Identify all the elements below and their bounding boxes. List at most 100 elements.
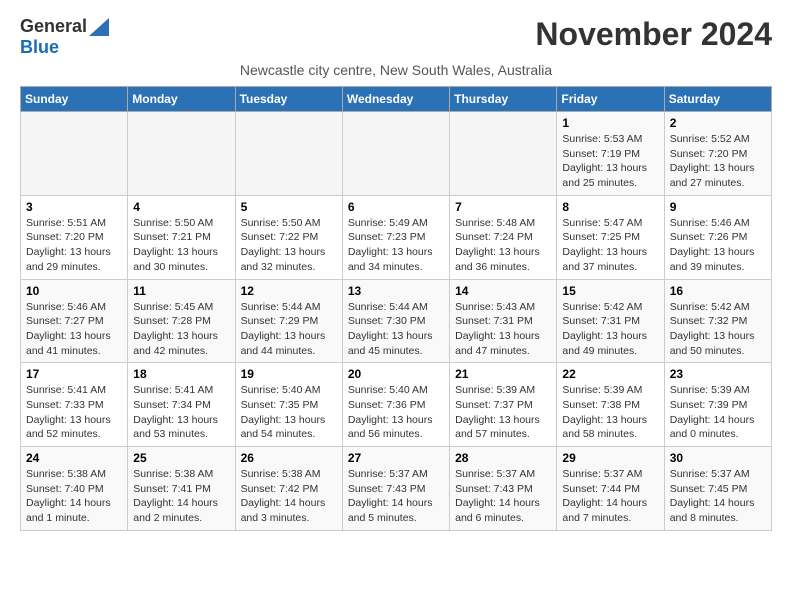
day-info: Sunrise: 5:38 AMSunset: 7:40 PMDaylight:…	[26, 467, 122, 526]
calendar-cell: 15 Sunrise: 5:42 AMSunset: 7:31 PMDayligh…	[557, 279, 664, 363]
day-number: 28	[455, 451, 551, 465]
day-number: 11	[133, 284, 229, 298]
weekday-header-sunday: Sunday	[21, 87, 128, 112]
calendar-cell: 25 Sunrise: 5:38 AMSunset: 7:41 PMDayligh…	[128, 447, 235, 531]
calendar-cell: 2 Sunrise: 5:52 AMSunset: 7:20 PMDaylight…	[664, 112, 771, 196]
weekday-header-tuesday: Tuesday	[235, 87, 342, 112]
calendar-cell: 18 Sunrise: 5:41 AMSunset: 7:34 PMDayligh…	[128, 363, 235, 447]
calendar-cell: 10Sunrise: 5:46 AMSunset: 7:27 PMDayligh…	[21, 279, 128, 363]
day-info: Sunrise: 5:40 AMSunset: 7:36 PMDaylight:…	[348, 383, 444, 442]
day-number: 29	[562, 451, 658, 465]
calendar-cell: 20 Sunrise: 5:40 AMSunset: 7:36 PMDayligh…	[342, 363, 449, 447]
day-number: 2	[670, 116, 766, 130]
day-info: Sunrise: 5:38 AMSunset: 7:42 PMDaylight:…	[241, 467, 337, 526]
day-number: 22	[562, 367, 658, 381]
calendar-cell: 21 Sunrise: 5:39 AMSunset: 7:37 PMDayligh…	[450, 363, 557, 447]
calendar-cell	[342, 112, 449, 196]
day-number: 12	[241, 284, 337, 298]
logo-general: General	[20, 16, 87, 37]
calendar-cell	[235, 112, 342, 196]
weekday-header-monday: Monday	[128, 87, 235, 112]
day-info: Sunrise: 5:44 AMSunset: 7:30 PMDaylight:…	[348, 300, 444, 359]
day-number: 19	[241, 367, 337, 381]
calendar-cell: 5Sunrise: 5:50 AMSunset: 7:22 PMDaylight…	[235, 195, 342, 279]
calendar-cell	[450, 112, 557, 196]
day-info: Sunrise: 5:44 AMSunset: 7:29 PMDaylight:…	[241, 300, 337, 359]
calendar-cell: 27 Sunrise: 5:37 AMSunset: 7:43 PMDayligh…	[342, 447, 449, 531]
calendar-cell: 19 Sunrise: 5:40 AMSunset: 7:35 PMDayligh…	[235, 363, 342, 447]
day-number: 25	[133, 451, 229, 465]
weekday-header-wednesday: Wednesday	[342, 87, 449, 112]
subtitle: Newcastle city centre, New South Wales, …	[20, 62, 772, 78]
calendar: SundayMondayTuesdayWednesdayThursdayFrid…	[20, 86, 772, 531]
calendar-cell: 29 Sunrise: 5:37 AMSunset: 7:44 PMDayligh…	[557, 447, 664, 531]
day-info: Sunrise: 5:46 AMSunset: 7:26 PMDaylight:…	[670, 216, 766, 275]
logo-bird-icon	[89, 18, 109, 36]
day-number: 15	[562, 284, 658, 298]
calendar-cell: 22 Sunrise: 5:39 AMSunset: 7:38 PMDayligh…	[557, 363, 664, 447]
calendar-cell: 12 Sunrise: 5:44 AMSunset: 7:29 PMDayligh…	[235, 279, 342, 363]
calendar-cell: 17 Sunrise: 5:41 AMSunset: 7:33 PMDayligh…	[21, 363, 128, 447]
day-number: 9	[670, 200, 766, 214]
day-number: 20	[348, 367, 444, 381]
calendar-cell: 4 Sunrise: 5:50 AMSunset: 7:21 PMDaylight…	[128, 195, 235, 279]
day-number: 23	[670, 367, 766, 381]
calendar-cell	[128, 112, 235, 196]
day-number: 17	[26, 367, 122, 381]
day-info: Sunrise: 5:47 AMSunset: 7:25 PMDaylight:…	[562, 216, 658, 275]
calendar-cell: 6Sunrise: 5:49 AMSunset: 7:23 PMDaylight…	[342, 195, 449, 279]
day-number: 30	[670, 451, 766, 465]
day-info: Sunrise: 5:37 AMSunset: 7:43 PMDaylight:…	[455, 467, 551, 526]
day-number: 26	[241, 451, 337, 465]
day-number: 27	[348, 451, 444, 465]
day-number: 6	[348, 200, 444, 214]
day-info: Sunrise: 5:53 AMSunset: 7:19 PMDaylight:…	[562, 132, 658, 191]
day-info: Sunrise: 5:45 AMSunset: 7:28 PMDaylight:…	[133, 300, 229, 359]
logo: General Blue	[20, 16, 109, 58]
day-number: 18	[133, 367, 229, 381]
day-info: Sunrise: 5:39 AMSunset: 7:37 PMDaylight:…	[455, 383, 551, 442]
day-number: 16	[670, 284, 766, 298]
day-info: Sunrise: 5:39 AMSunset: 7:38 PMDaylight:…	[562, 383, 658, 442]
day-info: Sunrise: 5:39 AMSunset: 7:39 PMDaylight:…	[670, 383, 766, 442]
weekday-header-thursday: Thursday	[450, 87, 557, 112]
calendar-cell: 28 Sunrise: 5:37 AMSunset: 7:43 PMDayligh…	[450, 447, 557, 531]
calendar-cell: 24 Sunrise: 5:38 AMSunset: 7:40 PMDayligh…	[21, 447, 128, 531]
day-info: Sunrise: 5:37 AMSunset: 7:44 PMDaylight:…	[562, 467, 658, 526]
calendar-cell: 13 Sunrise: 5:44 AMSunset: 7:30 PMDayligh…	[342, 279, 449, 363]
day-number: 1	[562, 116, 658, 130]
calendar-cell: 14 Sunrise: 5:43 AMSunset: 7:31 PMDayligh…	[450, 279, 557, 363]
day-number: 7	[455, 200, 551, 214]
logo-blue: Blue	[20, 37, 59, 58]
day-number: 21	[455, 367, 551, 381]
day-info: Sunrise: 5:43 AMSunset: 7:31 PMDaylight:…	[455, 300, 551, 359]
calendar-cell: 7 Sunrise: 5:48 AMSunset: 7:24 PMDaylight…	[450, 195, 557, 279]
calendar-cell: 3Sunrise: 5:51 AMSunset: 7:20 PMDaylight…	[21, 195, 128, 279]
day-info: Sunrise: 5:42 AMSunset: 7:31 PMDaylight:…	[562, 300, 658, 359]
day-info: Sunrise: 5:41 AMSunset: 7:34 PMDaylight:…	[133, 383, 229, 442]
day-number: 14	[455, 284, 551, 298]
day-number: 24	[26, 451, 122, 465]
day-info: Sunrise: 5:41 AMSunset: 7:33 PMDaylight:…	[26, 383, 122, 442]
calendar-cell: 23 Sunrise: 5:39 AMSunset: 7:39 PMDayligh…	[664, 363, 771, 447]
day-number: 10	[26, 284, 122, 298]
day-info: Sunrise: 5:48 AMSunset: 7:24 PMDaylight:…	[455, 216, 551, 275]
day-info: Sunrise: 5:42 AMSunset: 7:32 PMDaylight:…	[670, 300, 766, 359]
day-info: Sunrise: 5:52 AMSunset: 7:20 PMDaylight:…	[670, 132, 766, 191]
day-info: Sunrise: 5:50 AMSunset: 7:22 PMDaylight:…	[241, 216, 337, 275]
calendar-cell: 8 Sunrise: 5:47 AMSunset: 7:25 PMDaylight…	[557, 195, 664, 279]
day-number: 4	[133, 200, 229, 214]
day-info: Sunrise: 5:50 AMSunset: 7:21 PMDaylight:…	[133, 216, 229, 275]
calendar-cell: 1 Sunrise: 5:53 AMSunset: 7:19 PMDaylight…	[557, 112, 664, 196]
calendar-cell	[21, 112, 128, 196]
day-info: Sunrise: 5:38 AMSunset: 7:41 PMDaylight:…	[133, 467, 229, 526]
day-info: Sunrise: 5:40 AMSunset: 7:35 PMDaylight:…	[241, 383, 337, 442]
weekday-header-friday: Friday	[557, 87, 664, 112]
day-number: 3	[26, 200, 122, 214]
calendar-cell: 16 Sunrise: 5:42 AMSunset: 7:32 PMDayligh…	[664, 279, 771, 363]
calendar-cell: 11 Sunrise: 5:45 AMSunset: 7:28 PMDayligh…	[128, 279, 235, 363]
day-number: 8	[562, 200, 658, 214]
day-number: 13	[348, 284, 444, 298]
calendar-cell: 9 Sunrise: 5:46 AMSunset: 7:26 PMDaylight…	[664, 195, 771, 279]
day-info: Sunrise: 5:37 AMSunset: 7:43 PMDaylight:…	[348, 467, 444, 526]
